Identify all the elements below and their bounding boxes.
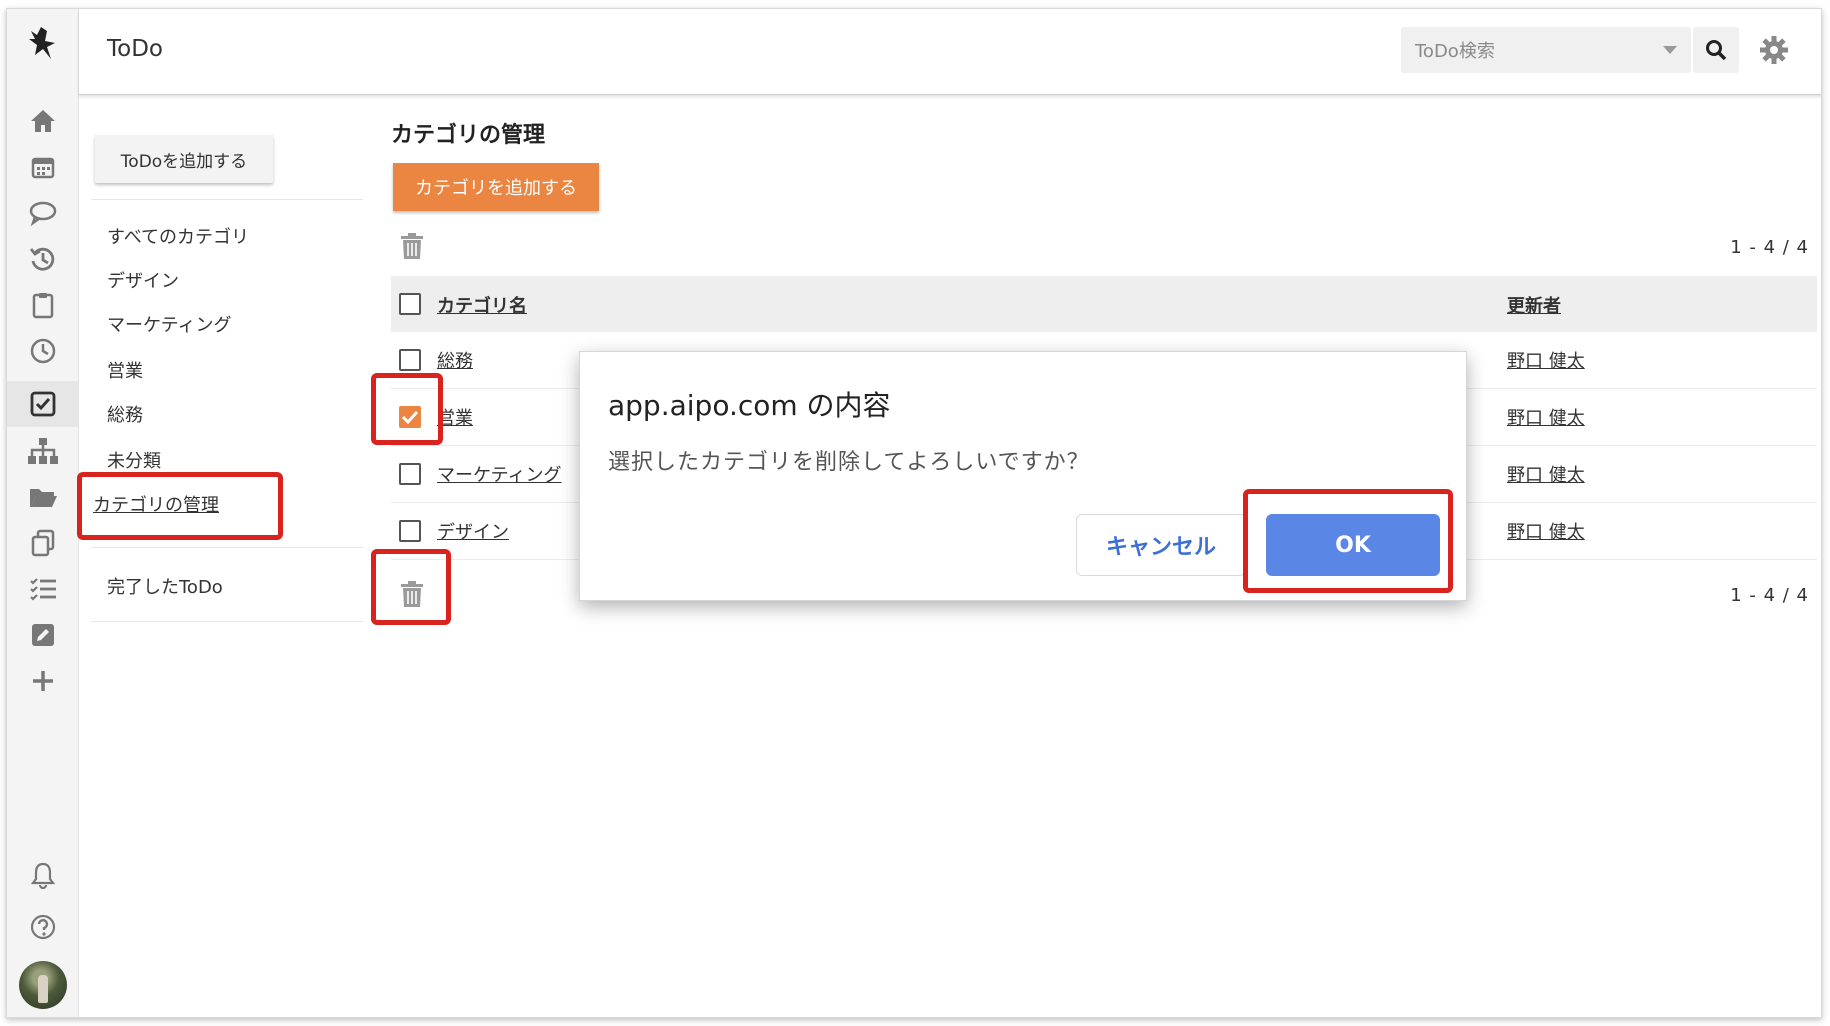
updater-link[interactable]: 野口 健太 [1507, 461, 1585, 487]
ok-button[interactable]: OK [1266, 514, 1440, 576]
pagination-top: 1 - 4 / 4 [1730, 237, 1809, 258]
chat-icon[interactable] [27, 197, 59, 229]
copy-icon[interactable] [27, 527, 59, 559]
plus-icon[interactable] [27, 665, 59, 697]
header-bar: ToDo ToDo検索 [79, 9, 1821, 95]
logo-icon[interactable] [25, 25, 59, 65]
help-icon[interactable] [27, 911, 59, 943]
sidebar-item-uncategorized[interactable]: 未分類 [107, 447, 161, 473]
org-chart-icon[interactable] [27, 435, 59, 467]
icon-rail [7, 9, 79, 1017]
clipboard-icon[interactable] [27, 289, 59, 321]
avatar[interactable] [19, 961, 67, 1009]
table-header: カテゴリ名 更新者 [391, 276, 1817, 332]
divider [91, 621, 363, 622]
divider [91, 199, 363, 200]
settings-button[interactable] [1755, 31, 1793, 69]
sidebar-item-marketing[interactable]: マーケティング [107, 311, 232, 337]
select-all-checkbox[interactable] [399, 293, 421, 315]
category-sidebar: ToDoを追加する すべてのカテゴリ デザイン マーケティング 営業 総務 未分… [79, 95, 365, 1017]
delete-button-top[interactable] [397, 231, 427, 261]
folder-icon[interactable] [27, 481, 59, 513]
sidebar-item-sales[interactable]: 営業 [107, 357, 143, 383]
gear-icon [1760, 36, 1788, 64]
category-name-link[interactable]: マーケティング [437, 461, 562, 487]
edit-icon[interactable] [27, 619, 59, 651]
search-button[interactable] [1693, 27, 1739, 73]
search-input[interactable]: ToDo検索 [1401, 27, 1691, 73]
checkmark-icon [401, 410, 419, 425]
row-checkbox[interactable] [399, 349, 421, 371]
bell-icon[interactable] [27, 859, 59, 891]
dialog-message: 選択したカテゴリを削除してよろしいですか？ [608, 450, 1090, 475]
sidebar-item-design[interactable]: デザイン [107, 267, 179, 293]
sidebar-item-all[interactable]: すべてのカテゴリ [107, 223, 249, 249]
todo-check-icon[interactable] [7, 381, 79, 427]
row-checkbox[interactable] [399, 520, 421, 542]
add-todo-button[interactable]: ToDoを追加する [95, 135, 273, 183]
page-title: カテゴリの管理 [391, 123, 546, 148]
column-header-name[interactable]: カテゴリ名 [437, 292, 527, 318]
add-category-button[interactable]: カテゴリを追加する [393, 163, 599, 211]
history-icon[interactable] [27, 243, 59, 275]
category-name-link[interactable]: デザイン [437, 518, 509, 544]
row-checkbox-checked[interactable] [399, 406, 421, 428]
updater-link[interactable]: 野口 健太 [1507, 404, 1585, 430]
trash-icon [401, 581, 423, 607]
sidebar-item-general[interactable]: 総務 [107, 401, 143, 427]
confirm-dialog: app.aipo.com の内容 選択したカテゴリを削除してよろしいですか？ キ… [579, 351, 1467, 601]
sidebar-item-manage-categories[interactable]: カテゴリの管理 [93, 491, 219, 517]
home-icon[interactable] [27, 105, 59, 137]
category-name-link[interactable]: 総務 [437, 347, 473, 373]
delete-button-bottom[interactable] [397, 579, 427, 609]
updater-link[interactable]: 野口 健太 [1507, 347, 1585, 373]
trash-icon [401, 233, 423, 259]
checklist-icon[interactable] [27, 573, 59, 605]
calendar-icon[interactable] [27, 151, 59, 183]
dialog-title: app.aipo.com の内容 [608, 389, 891, 422]
sidebar-item-completed-todo[interactable]: 完了したToDo [107, 573, 223, 599]
app-title: ToDo [107, 36, 163, 62]
clock-icon[interactable] [27, 335, 59, 367]
category-name-link[interactable]: 営業 [437, 404, 473, 430]
search-icon [1706, 40, 1727, 61]
row-checkbox[interactable] [399, 463, 421, 485]
divider [91, 547, 363, 548]
column-header-updater[interactable]: 更新者 [1507, 292, 1561, 318]
cancel-button[interactable]: キャンセル [1076, 514, 1246, 576]
pagination-bottom: 1 - 4 / 4 [1730, 585, 1809, 606]
updater-link[interactable]: 野口 健太 [1507, 518, 1585, 544]
app-window: ToDo ToDo検索 ToDoを追加する すべてのカテゴリ デザイン マーケテ… [6, 8, 1822, 1018]
chevron-down-icon[interactable] [1663, 46, 1677, 54]
search-placeholder: ToDo検索 [1415, 41, 1495, 62]
